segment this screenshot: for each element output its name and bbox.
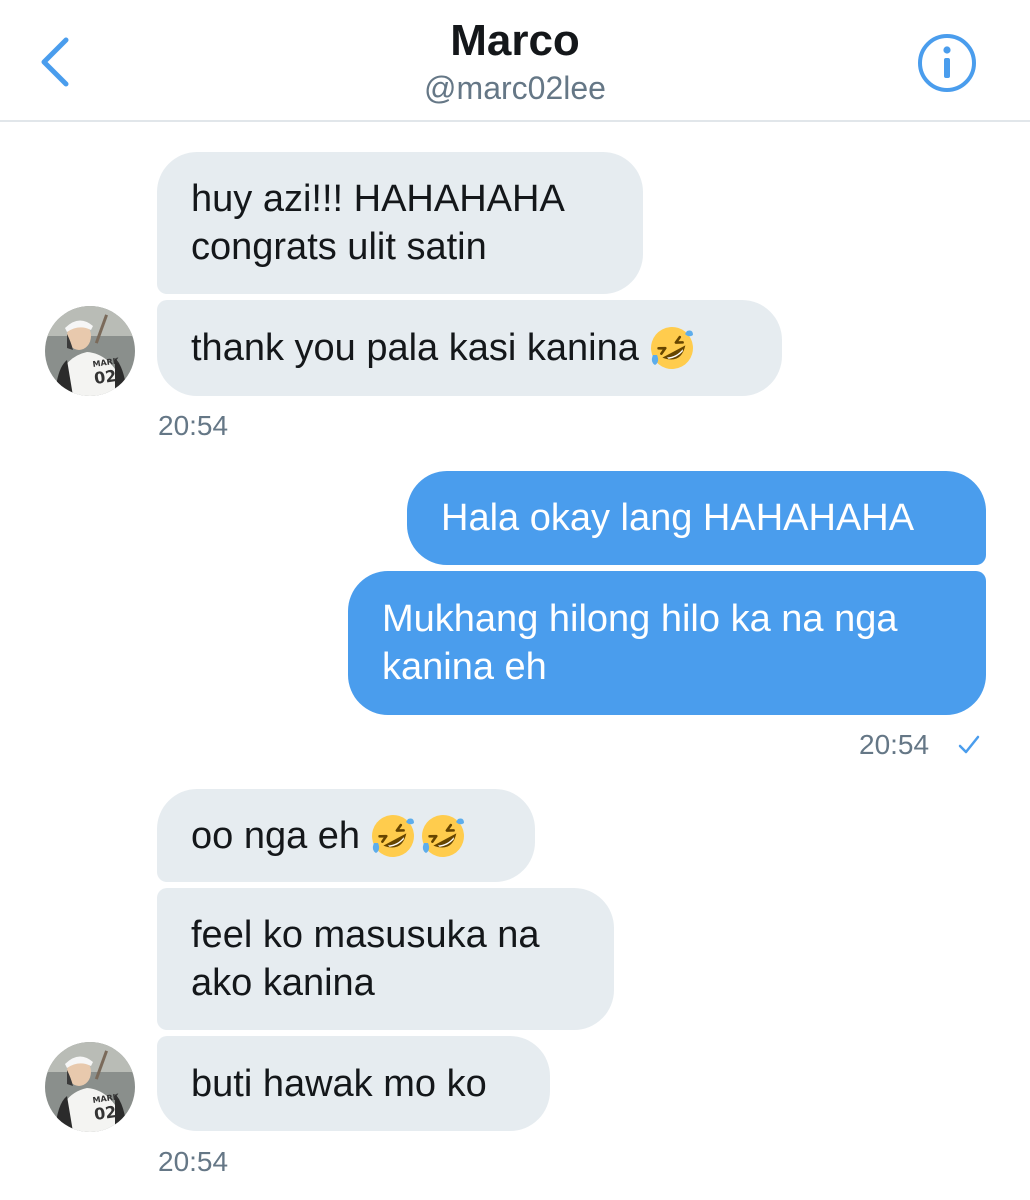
incoming-message[interactable]: buti hawak mo ko: [157, 1036, 550, 1131]
rolling-on-floor-laughing-emoji: [370, 812, 417, 859]
contact-name[interactable]: Marco: [0, 16, 1030, 66]
incoming-message[interactable]: oo nga eh: [157, 789, 535, 882]
message-text: congrats ulit satin: [191, 226, 487, 268]
incoming-message[interactable]: huy azi!!! HAHAHAHA congrats ulit satin: [157, 152, 643, 294]
outgoing-message[interactable]: Hala okay lang HAHAHAHA: [407, 471, 986, 565]
message-text: Hala okay lang HAHAHAHA: [441, 497, 915, 539]
checkmark-icon: [958, 735, 980, 754]
info-icon: [918, 34, 976, 92]
avatar-image: [45, 306, 135, 396]
contact-handle[interactable]: @marc02lee: [0, 70, 1030, 107]
avatar[interactable]: [45, 1042, 135, 1132]
message-text: kanina eh: [382, 646, 547, 688]
avatar[interactable]: [45, 306, 135, 396]
message-text: huy azi!!! HAHAHAHA: [191, 178, 565, 220]
info-button[interactable]: [916, 32, 978, 94]
message-text: thank you pala kasi kanina: [191, 327, 639, 369]
message-timestamp: 20:54: [859, 729, 930, 760]
incoming-message[interactable]: thank you pala kasi kanina: [157, 300, 782, 396]
rolling-on-floor-laughing-emoji: [648, 325, 695, 371]
rolling-on-floor-laughing-emoji: [420, 812, 467, 859]
message-text: Mukhang hilong hilo ka na nga: [382, 598, 898, 640]
message-timestamp: 20:54: [158, 1146, 229, 1177]
message-text: buti hawak mo ko: [191, 1062, 487, 1105]
incoming-message[interactable]: feel ko masusuka na ako kanina: [157, 888, 614, 1030]
message-text: oo nga eh: [191, 814, 361, 857]
message-timestamp: 20:54: [158, 410, 229, 441]
outgoing-message[interactable]: Mukhang hilong hilo ka na nga kanina eh: [348, 571, 986, 715]
conversation-header: Marco @marc02lee: [0, 0, 1030, 122]
avatar-image: [45, 1042, 135, 1132]
message-text: ako kanina: [191, 962, 375, 1004]
message-text: feel ko masusuka na: [191, 914, 540, 956]
